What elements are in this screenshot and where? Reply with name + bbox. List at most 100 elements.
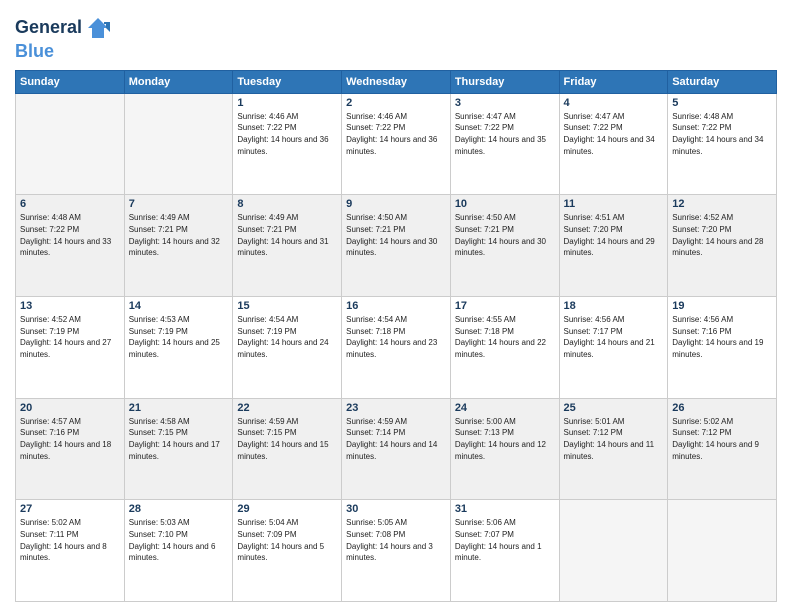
- calendar-cell: 1 Sunrise: 4:46 AM Sunset: 7:22 PM Daylig…: [233, 93, 342, 195]
- calendar-cell: 31 Sunrise: 5:06 AM Sunset: 7:07 PM Dayli…: [450, 500, 559, 602]
- day-info: Sunrise: 4:49 AM Sunset: 7:21 PM Dayligh…: [237, 212, 337, 258]
- day-info: Sunrise: 4:50 AM Sunset: 7:21 PM Dayligh…: [346, 212, 446, 258]
- weekday-header-friday: Friday: [559, 70, 668, 93]
- day-info: Sunrise: 4:56 AM Sunset: 7:17 PM Dayligh…: [564, 314, 664, 360]
- day-number: 24: [455, 402, 555, 414]
- day-info: Sunrise: 4:54 AM Sunset: 7:19 PM Dayligh…: [237, 314, 337, 360]
- calendar-cell: 14 Sunrise: 4:53 AM Sunset: 7:19 PM Dayli…: [124, 297, 233, 399]
- day-info: Sunrise: 4:51 AM Sunset: 7:20 PM Dayligh…: [564, 212, 664, 258]
- day-info: Sunrise: 4:49 AM Sunset: 7:21 PM Dayligh…: [129, 212, 229, 258]
- calendar-cell: 9 Sunrise: 4:50 AM Sunset: 7:21 PM Daylig…: [342, 195, 451, 297]
- day-info: Sunrise: 4:50 AM Sunset: 7:21 PM Dayligh…: [455, 212, 555, 258]
- day-number: 10: [455, 198, 555, 210]
- day-number: 3: [455, 97, 555, 109]
- day-info: Sunrise: 4:46 AM Sunset: 7:22 PM Dayligh…: [237, 111, 337, 157]
- day-info: Sunrise: 4:58 AM Sunset: 7:15 PM Dayligh…: [129, 416, 229, 462]
- day-number: 13: [20, 300, 120, 312]
- day-info: Sunrise: 5:03 AM Sunset: 7:10 PM Dayligh…: [129, 517, 229, 563]
- day-number: 12: [672, 198, 772, 210]
- week-row-1: 1 Sunrise: 4:46 AM Sunset: 7:22 PM Daylig…: [16, 93, 777, 195]
- day-number: 14: [129, 300, 229, 312]
- calendar-cell: 26 Sunrise: 5:02 AM Sunset: 7:12 PM Dayli…: [668, 398, 777, 500]
- day-info: Sunrise: 4:46 AM Sunset: 7:22 PM Dayligh…: [346, 111, 446, 157]
- day-number: 25: [564, 402, 664, 414]
- day-info: Sunrise: 5:04 AM Sunset: 7:09 PM Dayligh…: [237, 517, 337, 563]
- day-info: Sunrise: 5:06 AM Sunset: 7:07 PM Dayligh…: [455, 517, 555, 563]
- calendar-cell: [668, 500, 777, 602]
- day-number: 18: [564, 300, 664, 312]
- calendar-cell: 21Sunrise: 4:58 AM Sunset: 7:15 PM Dayli…: [124, 398, 233, 500]
- day-info: Sunrise: 5:02 AM Sunset: 7:12 PM Dayligh…: [672, 416, 772, 462]
- week-row-2: 6 Sunrise: 4:48 AM Sunset: 7:22 PM Daylig…: [16, 195, 777, 297]
- calendar-cell: 19 Sunrise: 4:56 AM Sunset: 7:16 PM Dayli…: [668, 297, 777, 399]
- calendar-cell: 30 Sunrise: 5:05 AM Sunset: 7:08 PM Dayli…: [342, 500, 451, 602]
- weekday-header-wednesday: Wednesday: [342, 70, 451, 93]
- day-info: Sunrise: 4:57 AM Sunset: 7:16 PM Dayligh…: [20, 416, 120, 462]
- day-number: 9: [346, 198, 446, 210]
- day-number: 31: [455, 503, 555, 515]
- day-number: 2: [346, 97, 446, 109]
- day-number: 27: [20, 503, 120, 515]
- calendar-cell: 24 Sunrise: 5:00 AM Sunset: 7:13 PM Dayli…: [450, 398, 559, 500]
- day-number: 19: [672, 300, 772, 312]
- calendar-cell: 23Sunrise: 4:59 AM Sunset: 7:14 PM Dayli…: [342, 398, 451, 500]
- day-info: Sunrise: 4:54 AM Sunset: 7:18 PM Dayligh…: [346, 314, 446, 360]
- calendar-cell: 7 Sunrise: 4:49 AM Sunset: 7:21 PM Daylig…: [124, 195, 233, 297]
- day-info: Sunrise: 5:00 AM Sunset: 7:13 PM Dayligh…: [455, 416, 555, 462]
- day-number: 6: [20, 198, 120, 210]
- day-number: 4: [564, 97, 664, 109]
- day-number: 26: [672, 402, 772, 414]
- day-number: 17: [455, 300, 555, 312]
- day-number: 22: [237, 402, 337, 414]
- weekday-header-sunday: Sunday: [16, 70, 125, 93]
- day-number: 11: [564, 198, 664, 210]
- day-info: Sunrise: 4:56 AM Sunset: 7:16 PM Dayligh…: [672, 314, 772, 360]
- calendar-cell: [124, 93, 233, 195]
- day-info: Sunrise: 4:47 AM Sunset: 7:22 PM Dayligh…: [455, 111, 555, 157]
- calendar-cell: 18 Sunrise: 4:56 AM Sunset: 7:17 PM Dayli…: [559, 297, 668, 399]
- day-number: 29: [237, 503, 337, 515]
- calendar-cell: 10 Sunrise: 4:50 AM Sunset: 7:21 PM Dayli…: [450, 195, 559, 297]
- day-info: Sunrise: 4:55 AM Sunset: 7:18 PM Dayligh…: [455, 314, 555, 360]
- calendar-cell: 27Sunrise: 5:02 AM Sunset: 7:11 PM Dayli…: [16, 500, 125, 602]
- day-info: Sunrise: 4:52 AM Sunset: 7:19 PM Dayligh…: [20, 314, 120, 360]
- weekday-header-saturday: Saturday: [668, 70, 777, 93]
- logo-blue: Blue: [15, 42, 112, 62]
- day-number: 1: [237, 97, 337, 109]
- calendar-cell: 2 Sunrise: 4:46 AM Sunset: 7:22 PM Daylig…: [342, 93, 451, 195]
- calendar-page: General Blue SundayMondayTuesdayWednesda…: [0, 0, 792, 612]
- logo-icon: [84, 14, 112, 42]
- calendar-cell: 5 Sunrise: 4:48 AM Sunset: 7:22 PM Daylig…: [668, 93, 777, 195]
- header: General Blue: [15, 10, 777, 62]
- day-info: Sunrise: 4:47 AM Sunset: 7:22 PM Dayligh…: [564, 111, 664, 157]
- weekday-header-monday: Monday: [124, 70, 233, 93]
- day-info: Sunrise: 4:59 AM Sunset: 7:15 PM Dayligh…: [237, 416, 337, 462]
- calendar-table: SundayMondayTuesdayWednesdayThursdayFrid…: [15, 70, 777, 602]
- day-number: 8: [237, 198, 337, 210]
- day-info: Sunrise: 4:48 AM Sunset: 7:22 PM Dayligh…: [20, 212, 120, 258]
- calendar-cell: 6 Sunrise: 4:48 AM Sunset: 7:22 PM Daylig…: [16, 195, 125, 297]
- day-info: Sunrise: 4:48 AM Sunset: 7:22 PM Dayligh…: [672, 111, 772, 157]
- calendar-cell: 25 Sunrise: 5:01 AM Sunset: 7:12 PM Dayli…: [559, 398, 668, 500]
- calendar-cell: 13 Sunrise: 4:52 AM Sunset: 7:19 PM Dayli…: [16, 297, 125, 399]
- day-number: 15: [237, 300, 337, 312]
- day-number: 5: [672, 97, 772, 109]
- calendar-cell: 20Sunrise: 4:57 AM Sunset: 7:16 PM Dayli…: [16, 398, 125, 500]
- week-row-3: 13 Sunrise: 4:52 AM Sunset: 7:19 PM Dayli…: [16, 297, 777, 399]
- calendar-cell: 16Sunrise: 4:54 AM Sunset: 7:18 PM Dayli…: [342, 297, 451, 399]
- calendar-cell: 28Sunrise: 5:03 AM Sunset: 7:10 PM Dayli…: [124, 500, 233, 602]
- day-info: Sunrise: 5:05 AM Sunset: 7:08 PM Dayligh…: [346, 517, 446, 563]
- day-number: 30: [346, 503, 446, 515]
- calendar-cell: 3 Sunrise: 4:47 AM Sunset: 7:22 PM Daylig…: [450, 93, 559, 195]
- weekday-header-tuesday: Tuesday: [233, 70, 342, 93]
- calendar-cell: 29 Sunrise: 5:04 AM Sunset: 7:09 PM Dayli…: [233, 500, 342, 602]
- day-info: Sunrise: 4:53 AM Sunset: 7:19 PM Dayligh…: [129, 314, 229, 360]
- calendar-cell: 17 Sunrise: 4:55 AM Sunset: 7:18 PM Dayli…: [450, 297, 559, 399]
- weekday-header-thursday: Thursday: [450, 70, 559, 93]
- week-row-4: 20Sunrise: 4:57 AM Sunset: 7:16 PM Dayli…: [16, 398, 777, 500]
- day-info: Sunrise: 4:59 AM Sunset: 7:14 PM Dayligh…: [346, 416, 446, 462]
- day-info: Sunrise: 5:01 AM Sunset: 7:12 PM Dayligh…: [564, 416, 664, 462]
- logo-text: General: [15, 18, 82, 38]
- calendar-cell: [559, 500, 668, 602]
- day-number: 7: [129, 198, 229, 210]
